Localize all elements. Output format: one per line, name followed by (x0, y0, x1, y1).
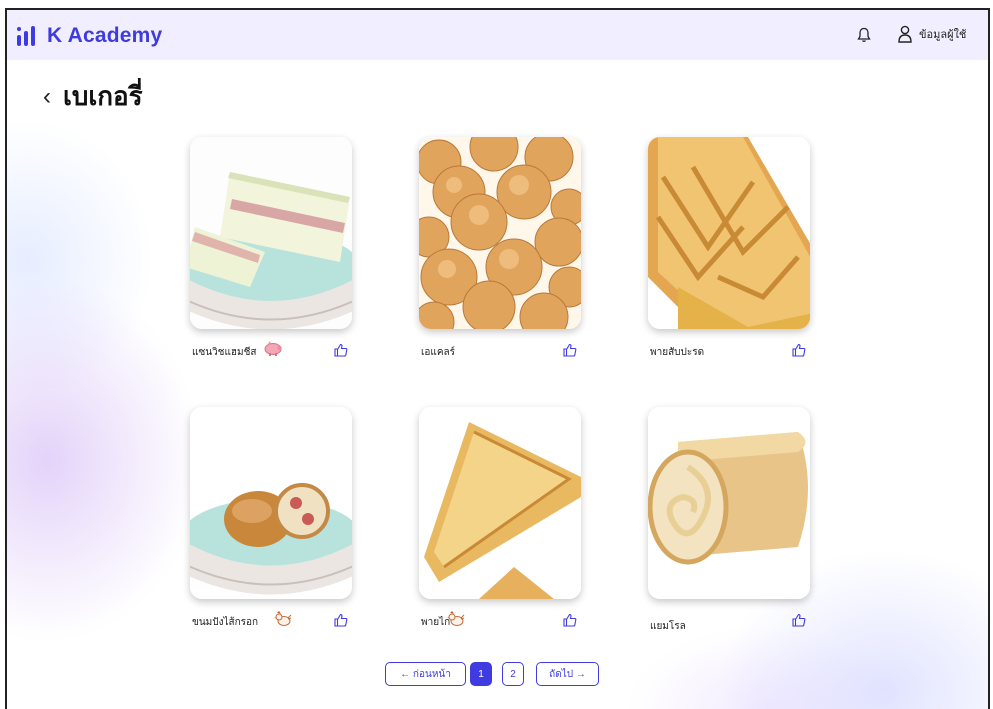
menu-card[interactable]: ขนมปังไส้กรอก (190, 407, 352, 631)
menu-card[interactable]: พายไก่ (419, 407, 581, 631)
jam-roll-image[interactable] (648, 407, 810, 599)
top-bar: K Academy ข้อมูลผู้ใช้ (7, 10, 988, 60)
user-label: ข้อมูลผู้ใช้ (919, 29, 967, 41)
page-2-button[interactable]: 2 (502, 662, 524, 686)
thumbs-up-icon[interactable] (334, 613, 348, 627)
logo[interactable]: K Academy (17, 24, 162, 48)
chicken-pie-image[interactable] (419, 407, 581, 599)
item-name: พายไก่ (421, 617, 451, 628)
user-profile-button[interactable]: ข้อมูลผู้ใช้ (897, 25, 966, 43)
back-button[interactable]: ‹ เบเกอรี่ (43, 76, 143, 117)
item-name: แยมโรล (650, 621, 686, 632)
menu-card[interactable]: พายสับปะรด (648, 137, 810, 361)
next-page-button[interactable]: ถัดไป → (536, 662, 599, 686)
thumbs-up-icon[interactable] (563, 343, 577, 357)
item-name: เอแคลร์ (421, 347, 456, 358)
app-name: K Academy (47, 24, 163, 47)
user-icon (898, 25, 912, 43)
thumbs-up-icon[interactable] (792, 613, 806, 627)
thumbs-up-icon[interactable] (334, 343, 348, 357)
app-window: K Academy ข้อมูลผู้ใช้ ‹ เบเกอรี่ แซนวิช… (5, 8, 990, 709)
bell-icon[interactable] (857, 27, 871, 43)
item-name: ขนมปังไส้กรอก (192, 617, 259, 628)
pagination: ← ก่อนหน้า 1 2 ถัดไป → (7, 662, 988, 686)
sausage-bread-image[interactable] (190, 407, 352, 599)
chicken-icon (447, 611, 465, 626)
menu-card[interactable]: แซนวิชแฮมชีส (190, 137, 352, 361)
eclairs-image[interactable] (419, 137, 581, 329)
page-1-button[interactable]: 1 (470, 662, 492, 686)
item-name: แซนวิชแฮมชีส (192, 347, 257, 358)
thumbs-up-icon[interactable] (563, 613, 577, 627)
logo-bars-icon (17, 26, 39, 46)
pig-icon (264, 341, 282, 356)
menu-card[interactable]: เอแคลร์ (419, 137, 581, 361)
chicken-icon (274, 611, 292, 626)
chevron-left-icon: ‹ (43, 82, 51, 110)
sandwich-image[interactable] (190, 137, 352, 329)
item-name: พายสับปะรด (650, 347, 705, 358)
previous-page-button[interactable]: ← ก่อนหน้า (385, 662, 466, 686)
page-title: เบเกอรี่ (63, 81, 143, 111)
pineapple-pie-image[interactable] (648, 137, 810, 329)
menu-card[interactable]: แยมโรล (648, 407, 810, 632)
thumbs-up-icon[interactable] (792, 343, 806, 357)
